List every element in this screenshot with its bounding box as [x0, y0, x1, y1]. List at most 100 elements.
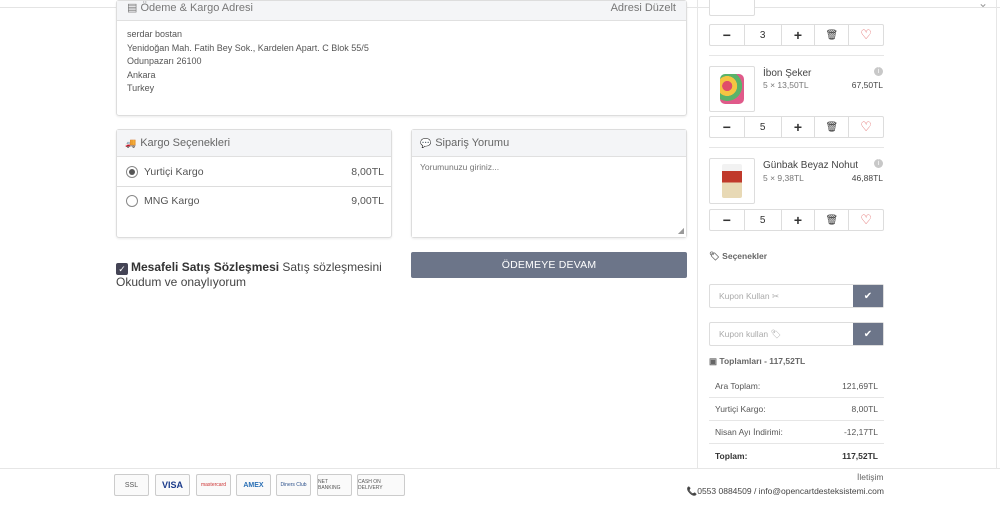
- product-line-total: 46,88TL: [851, 173, 883, 183]
- increase-qty-button[interactable]: +: [782, 210, 816, 230]
- options-title: Seçenekler: [722, 251, 768, 261]
- cargo-option-name: Yurtiçi Kargo: [144, 165, 204, 178]
- contact-info[interactable]: 0553 0884509 / info@opencartdesteksistem…: [697, 486, 884, 496]
- options-heading[interactable]: 🏷 Seçenekler: [709, 251, 767, 262]
- address-line: Odunpazarı 26100: [127, 56, 202, 66]
- cash-on-delivery-icon: CASH ON DELIVERY: [357, 474, 405, 496]
- tag-icon: 🏷: [709, 251, 720, 261]
- contact-line: 📞0553 0884509 / info@opencartdesteksiste…: [686, 486, 884, 497]
- apply-voucher-button[interactable]: ✔: [853, 323, 883, 345]
- cargo-option-yurtici[interactable]: Yurtiçi Kargo 8,00TL: [117, 157, 391, 186]
- cargo-option-name: MNG Kargo: [144, 195, 200, 207]
- address-title: Ödeme & Kargo Adresi: [140, 2, 253, 14]
- apply-coupon-button[interactable]: ✔: [853, 285, 883, 307]
- tag-icon: 🏷: [770, 328, 782, 339]
- address-panel: ▤ Ödeme & Kargo Adresi Adresi Düzelt ser…: [116, 0, 687, 116]
- product-unit-price: 5 × 13,50TL: [763, 80, 809, 90]
- coupon-placeholder: Kupon Kullan: [719, 291, 770, 301]
- product-unit-price: 5 × 9,38TL: [763, 173, 804, 183]
- order-comment-input[interactable]: [412, 157, 686, 237]
- voucher-form: Kupon kullan 🏷 ✔: [709, 322, 884, 346]
- cargo-option-mng[interactable]: MNG Kargo 9,00TL: [117, 186, 391, 215]
- trash-icon[interactable]: 🗑: [815, 25, 850, 45]
- decrease-qty-button[interactable]: −: [710, 210, 744, 230]
- radio-unselected-icon[interactable]: [126, 195, 138, 207]
- totals-row: Nisan Ayı İndirimi: -12,17TL: [709, 421, 884, 444]
- cargo-options-header: 🚚 Kargo Seçenekleri: [117, 130, 391, 157]
- agreement-checkbox-row[interactable]: ✓ Mesafeli Satış Sözleşmesi Satış sözleşm…: [116, 260, 396, 289]
- coupon-input[interactable]: Kupon Kullan ✂: [710, 285, 853, 307]
- totals-value: 8,00TL: [851, 404, 878, 414]
- product-image: [720, 74, 744, 104]
- product-thumbnail[interactable]: [709, 66, 755, 112]
- decrease-qty-button[interactable]: −: [710, 117, 744, 137]
- money-icon: ▣: [709, 356, 718, 366]
- trash-icon[interactable]: 🗑: [815, 210, 850, 230]
- address-line: Ankara: [127, 69, 156, 80]
- heart-icon[interactable]: ♡: [849, 25, 883, 45]
- product-thumbnail[interactable]: [709, 0, 755, 16]
- heart-icon[interactable]: ♡: [849, 210, 883, 230]
- product-line-total: 67,50TL: [851, 80, 883, 90]
- cargo-options-panel: 🚚 Kargo Seçenekleri Yurtiçi Kargo 8,00TL…: [116, 129, 392, 238]
- info-icon[interactable]: i: [874, 67, 883, 76]
- totals-row: Ara Toplam: 121,69TL: [709, 375, 884, 398]
- trash-icon[interactable]: 🗑: [815, 117, 850, 137]
- product-thumbnail[interactable]: [709, 158, 755, 204]
- cargo-option-price: 8,00TL: [351, 165, 384, 178]
- agreement-link[interactable]: Mesafeli Satış Sözleşmesi: [131, 260, 279, 274]
- order-comment-panel: 💬 Sipariş Yorumu ◢: [411, 129, 687, 238]
- voucher-placeholder: Kupon kullan: [719, 329, 769, 339]
- divider: [709, 147, 884, 148]
- cargo-options-title: Kargo Seçenekleri: [140, 137, 231, 149]
- totals-row: Yurtiçi Kargo: 8,00TL: [709, 398, 884, 421]
- radio-selected-icon[interactable]: [126, 165, 138, 178]
- amex-icon: AMEX: [236, 474, 271, 496]
- increase-qty-button[interactable]: +: [782, 117, 816, 137]
- coupon-form: Kupon Kullan ✂ ✔: [709, 284, 884, 308]
- address-line: serdar bostan: [127, 29, 183, 39]
- quantity-stepper: − 5 + 🗑 ♡: [709, 209, 884, 231]
- phone-icon: 📞: [686, 486, 698, 496]
- totals-label: Yurtiçi Kargo:: [715, 404, 766, 414]
- totals-label: Ara Toplam:: [715, 381, 761, 391]
- totals-row-grand: Toplam: 117,52TL: [709, 444, 884, 467]
- product-image: [722, 164, 742, 198]
- heart-icon[interactable]: ♡: [849, 117, 883, 137]
- truck-icon: 🚚: [125, 137, 137, 148]
- address-lines: serdar bostan Yenidoğan Mah. Fatih Bey S…: [117, 21, 686, 103]
- totals-heading: ▣ Toplamları - 117,52TL: [709, 356, 805, 367]
- continue-to-payment-button[interactable]: ÖDEMEYE DEVAM: [411, 252, 687, 278]
- info-icon[interactable]: i: [874, 159, 883, 168]
- totals-label: Toplam:: [715, 450, 748, 461]
- qty-input[interactable]: 5: [743, 117, 782, 137]
- comment-icon: 💬: [420, 137, 432, 148]
- totals-value: 121,69TL: [842, 381, 878, 391]
- contact-title: İletişim: [857, 472, 884, 482]
- totals-label: Nisan Ayı İndirimi:: [715, 427, 783, 437]
- check-icon: ✔: [863, 290, 873, 302]
- ssl-icon: SSL: [114, 474, 149, 496]
- cargo-option-price: 9,00TL: [351, 195, 384, 207]
- visa-icon: VISA: [155, 474, 190, 496]
- address-panel-header: ▤ Ödeme & Kargo Adresi Adresi Düzelt: [117, 1, 686, 21]
- decrease-qty-button[interactable]: −: [710, 25, 744, 45]
- order-comment-header: 💬 Sipariş Yorumu: [412, 130, 686, 157]
- net-banking-icon: NET BANKING: [317, 474, 352, 496]
- product-name[interactable]: Günbak Beyaz Nohut: [763, 160, 858, 171]
- totals-table: Ara Toplam: 121,69TL Yurtiçi Kargo: 8,00…: [709, 375, 884, 467]
- increase-qty-button[interactable]: +: [782, 25, 816, 45]
- checkbox-checked-icon[interactable]: ✓: [116, 263, 128, 275]
- divider: [709, 55, 884, 56]
- totals-title: Toplamları - 117,52TL: [719, 356, 806, 366]
- scissors-icon: ✂: [771, 290, 780, 301]
- product-name[interactable]: İbon Şeker: [763, 68, 811, 79]
- address-card-icon: ▤: [127, 2, 141, 14]
- resize-handle-icon[interactable]: ◢: [678, 226, 684, 235]
- qty-input[interactable]: 3: [743, 25, 782, 45]
- address-line: Turkey: [127, 83, 155, 93]
- edit-address-link[interactable]: Adresi Düzelt: [611, 2, 676, 14]
- voucher-input[interactable]: Kupon kullan 🏷: [710, 323, 853, 345]
- qty-input[interactable]: 5: [743, 210, 782, 230]
- quantity-stepper: − 3 + 🗑 ♡: [709, 24, 884, 46]
